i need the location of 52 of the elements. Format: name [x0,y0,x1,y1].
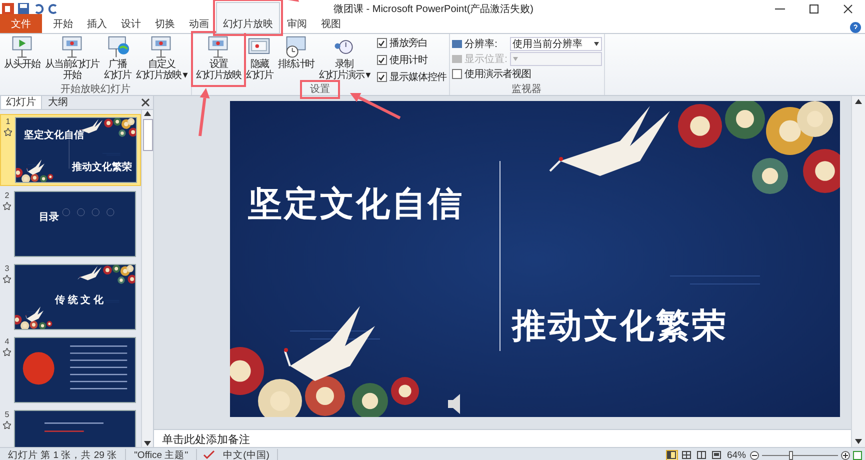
group-label: 监视器 [512,84,542,95]
ribbon-tab[interactable]: 开始 [46,14,80,33]
ribbon-button[interactable]: 自定义 幻灯片放映 ▾ [134,34,189,84]
ribbon-tab[interactable]: 切换 [148,14,182,33]
slide-number: 3 [4,264,10,273]
thumbnail-title: 传 统 文 化 [55,294,104,307]
thumbnail-title: 坚定文化自信 [24,128,84,142]
checkbox-label: 使用计时 [390,54,428,67]
slide-thumbnail[interactable]: 传 统 文 化 [14,264,136,330]
slide-title: 坚定文化自信 [248,184,464,225]
ribbon-tab[interactable]: 文件 [0,14,42,33]
slide-thumbnail-row[interactable]: 3 传 统 文 化 [0,262,141,332]
ribbon-button[interactable]: 设置 幻灯片放映 [194,34,243,84]
ribbon-tab[interactable]: 视图 [314,14,348,33]
group-label: 开始放映幻灯片 [60,84,130,95]
ribbon-tab[interactable]: 审阅 [280,14,314,33]
field-label: 显示位置: [464,52,508,66]
notes-field[interactable]: 单击此处添加备注 [154,429,851,447]
slide-thumbnail[interactable]: 目录 [14,191,136,257]
ribbon-button[interactable]: 从头开始 [2,34,42,84]
language: 中文(中国) [215,448,278,460]
ribbon-button[interactable]: 从当前幻灯片 开始 [43,34,101,84]
slide-thumbnail-row[interactable]: 2 目录 [0,189,141,259]
slide-number: 1 [6,117,10,126]
slide-thumbnail-row[interactable]: 5 [0,408,141,447]
ribbon-tab[interactable]: 插入 [80,14,114,33]
theme-name: "Office 主题" [126,448,198,460]
ribbon-button[interactable]: 排练计时 [276,34,316,84]
dropdown-field[interactable]: 使用当前分辨率 [510,36,602,50]
checkbox-label: 显示媒体控件 [390,71,447,84]
ribbon-tab[interactable]: 幻灯片放映 [216,2,280,33]
thumbnail-title: 目录 [39,210,59,224]
slide-thumbnail-row[interactable]: 1 坚定文化自信 推动文化繁荣 [0,114,141,186]
checkbox-label: 使用演示者视图 [464,68,532,80]
slide-count: 幻灯片 第 1 张，共 29 张 [0,448,126,460]
ribbon-button[interactable]: 广播 幻灯片 [102,34,133,84]
ribbon-button[interactable]: 录制 幻灯片演示 ▾ [316,34,372,84]
slide-subtitle: 推动文化繁荣 [512,306,728,347]
slide-number: 4 [4,337,10,346]
zoom-level: 64% [726,450,747,460]
thumbnail-title: 推动文化繁荣 [72,160,132,174]
ribbon-tab[interactable]: 设计 [114,14,148,33]
slide-thumbnail-row[interactable]: 4 [0,335,141,405]
ribbon-button[interactable]: 隐藏 幻灯片 [244,34,275,84]
slide-thumbnail[interactable]: 坚定文化自信 推动文化繁荣 [15,117,137,183]
slide-number: 2 [4,191,10,200]
field-label: 分辨率: [464,38,498,50]
checkbox-label: 播放旁白 [390,36,428,50]
pane-tab[interactable]: 大纲 [42,94,74,109]
ribbon-tab[interactable]: 动画 [182,14,216,33]
window-title: 微团课 - Microsoft PowerPoint(产品激活失败) [333,2,534,16]
slide-number: 5 [4,410,10,419]
